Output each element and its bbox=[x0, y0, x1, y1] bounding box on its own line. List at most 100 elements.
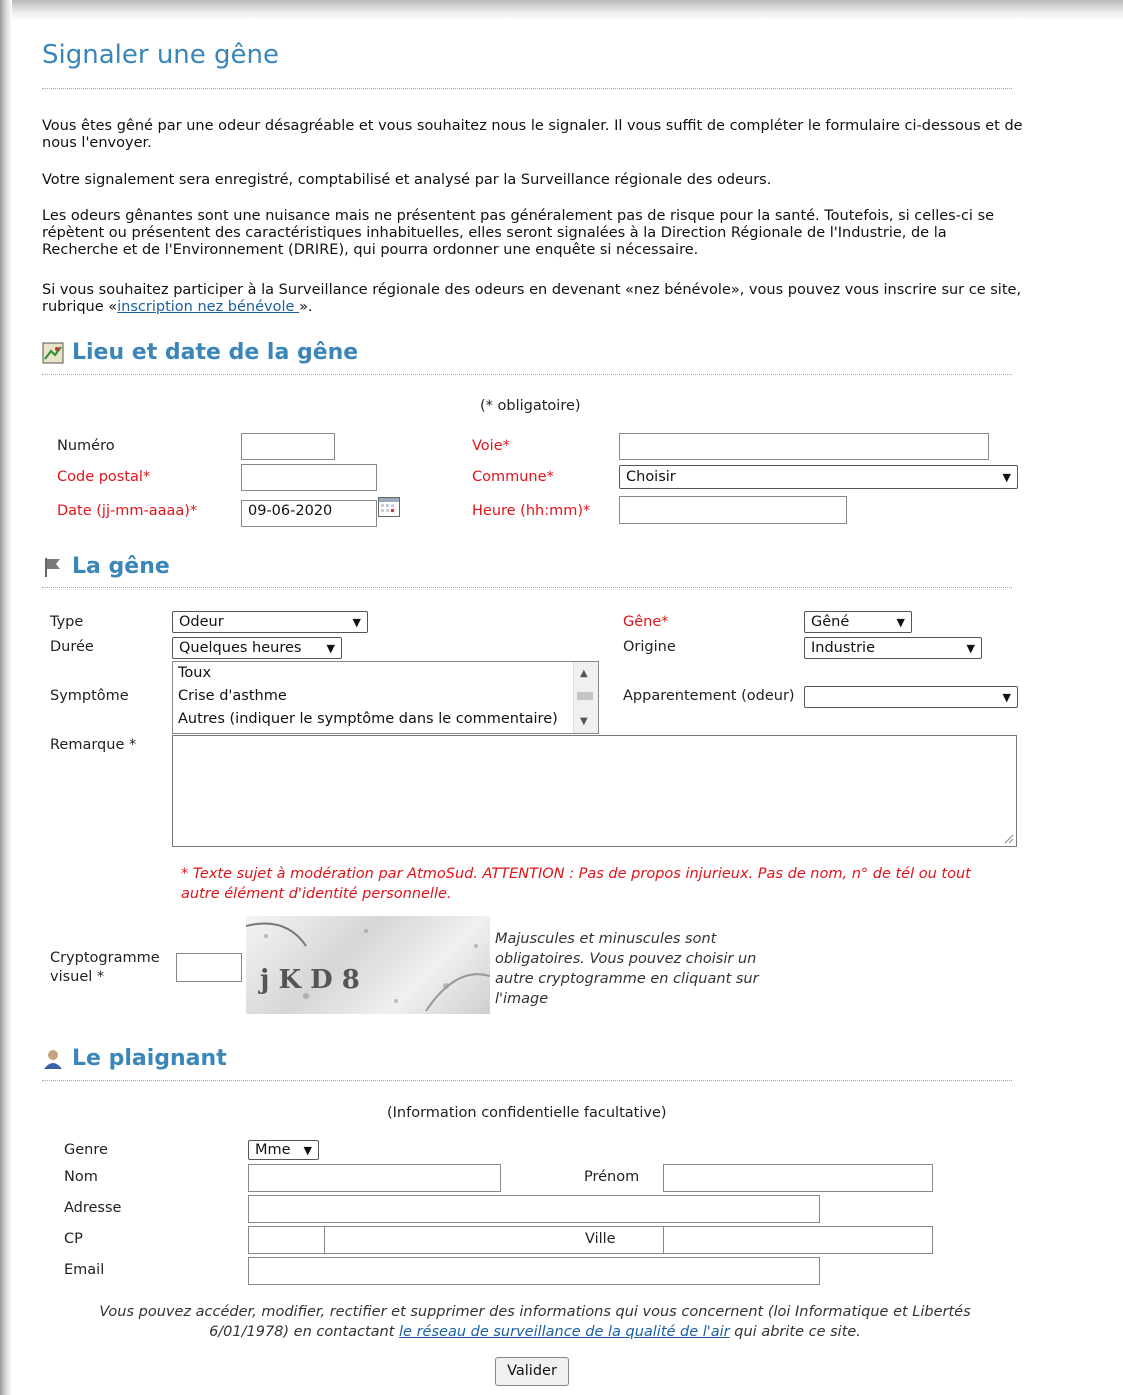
listbox-scrollbar[interactable]: ▲ ▼ bbox=[573, 662, 598, 733]
voie-label: Voie* bbox=[472, 438, 510, 454]
email-field[interactable] bbox=[248, 1257, 820, 1285]
intro-paragraph-3: Les odeurs gênantes sont une nuisance ma… bbox=[42, 208, 995, 258]
cp-field[interactable] bbox=[248, 1226, 325, 1254]
crypto-help: Majuscules et minuscules sont obligatoir… bbox=[495, 931, 759, 1007]
section-plaignant-heading: Le plaignant bbox=[42, 1046, 227, 1071]
required-note: (* obligatoire) bbox=[480, 398, 581, 414]
map-icon bbox=[42, 342, 64, 364]
code-postal-field[interactable] bbox=[241, 464, 377, 491]
captcha-noise: j K D 8 bbox=[246, 922, 490, 1012]
duree-value: Quelques heures bbox=[179, 640, 302, 656]
section-lieu-divider bbox=[42, 374, 1012, 375]
section-plaignant-divider bbox=[42, 1080, 1012, 1081]
duree-select[interactable]: Quelques heures ▼ bbox=[172, 637, 342, 659]
numero-field[interactable] bbox=[241, 433, 335, 460]
voie-field[interactable] bbox=[619, 433, 989, 460]
commune-label: Commune* bbox=[472, 469, 554, 485]
captcha-text: j K D 8 bbox=[258, 965, 360, 995]
nom-label: Nom bbox=[64, 1169, 98, 1185]
section-plaignant-title: Le plaignant bbox=[72, 1046, 227, 1071]
email-label: Email bbox=[64, 1262, 105, 1278]
intro-paragraph-4: Si vous souhaitez participer à la Survei… bbox=[42, 282, 1027, 316]
date-field[interactable]: 09-06-2020 bbox=[241, 500, 377, 527]
crypto-field[interactable] bbox=[176, 953, 242, 982]
genre-select[interactable]: Mme ▼ bbox=[248, 1140, 319, 1160]
numero-label: Numéro bbox=[57, 438, 115, 454]
origine-label: Origine bbox=[623, 639, 676, 655]
duree-label: Durée bbox=[50, 639, 94, 655]
intro-p4-end: ». bbox=[299, 299, 313, 315]
adresse-label: Adresse bbox=[64, 1200, 122, 1216]
page-title: Signaler une gêne bbox=[42, 40, 280, 70]
privacy-notice: Vous pouvez accéder, modifier, rectifier… bbox=[70, 1302, 1000, 1342]
moderation-warning: * Texte sujet à modération par AtmoSud. … bbox=[181, 866, 971, 902]
remarque-label: Remarque * bbox=[50, 737, 137, 753]
ville-field[interactable] bbox=[663, 1226, 933, 1254]
remarque-textarea[interactable] bbox=[172, 735, 1017, 847]
privacy-text-end: qui abrite ce site. bbox=[729, 1324, 861, 1340]
chevron-down-icon: ▼ bbox=[326, 641, 335, 655]
apparentement-label: Apparentement (odeur) bbox=[623, 688, 795, 704]
chevron-down-icon: ▼ bbox=[1002, 470, 1011, 484]
intro-paragraph-1: Vous êtes gêné par une odeur désagréable… bbox=[42, 118, 1023, 151]
flag-icon bbox=[42, 556, 64, 578]
origine-select[interactable]: Industrie ▼ bbox=[804, 637, 982, 659]
origine-value: Industrie bbox=[811, 640, 876, 656]
cp-label: CP bbox=[64, 1231, 83, 1247]
section-gene-title: La gêne bbox=[72, 554, 170, 579]
scroll-down-icon[interactable]: ▼ bbox=[580, 716, 588, 727]
type-value: Odeur bbox=[179, 614, 224, 630]
section-gene-divider bbox=[42, 587, 1012, 588]
chevron-down-icon: ▼ bbox=[966, 641, 975, 655]
heure-field[interactable] bbox=[619, 496, 847, 524]
section-gene-heading: La gêne bbox=[42, 554, 170, 579]
scroll-up-icon[interactable]: ▲ bbox=[580, 668, 588, 679]
window-shadow-top bbox=[0, 0, 1123, 20]
symptome-option[interactable]: Autres (indiquer le symptôme dans le com… bbox=[173, 708, 598, 731]
symptome-listbox[interactable]: Toux Crise d'asthme Autres (indiquer le … bbox=[172, 661, 599, 734]
person-icon bbox=[42, 1048, 64, 1070]
scroll-thumb[interactable] bbox=[577, 692, 593, 700]
gene-label: Gêne* bbox=[623, 614, 669, 630]
confidential-note: (Information confidentielle facultative) bbox=[387, 1105, 667, 1121]
adresse-field[interactable] bbox=[248, 1195, 820, 1223]
genre-label: Genre bbox=[64, 1142, 108, 1158]
gene-select[interactable]: Gêné ▼ bbox=[804, 611, 912, 633]
chevron-down-icon: ▼ bbox=[1002, 690, 1011, 704]
chevron-down-icon: ▼ bbox=[352, 615, 361, 629]
date-label: Date (jj-mm-aaaa)* bbox=[57, 503, 198, 519]
symptome-label: Symptôme bbox=[50, 688, 129, 704]
cp-spacer bbox=[325, 1226, 675, 1254]
window-shadow-left bbox=[0, 0, 12, 1395]
network-link[interactable]: le réseau de surveillance de la qualité … bbox=[399, 1324, 730, 1340]
inscription-link[interactable]: inscription nez bénévole bbox=[117, 299, 299, 315]
apparentement-select[interactable]: ▼ bbox=[804, 686, 1018, 708]
type-select[interactable]: Odeur ▼ bbox=[172, 611, 368, 633]
crypto-label: Cryptogramme visuel * bbox=[50, 949, 160, 987]
title-divider bbox=[42, 88, 1012, 89]
code-postal-label: Code postal* bbox=[57, 469, 151, 485]
submit-button[interactable]: Valider bbox=[495, 1357, 569, 1386]
symptome-option[interactable]: Crise d'asthme bbox=[173, 685, 598, 708]
section-lieu-title: Lieu et date de la gêne bbox=[72, 340, 359, 365]
crypto-label-line-2: visuel * bbox=[50, 969, 105, 985]
commune-select[interactable]: Choisir ▼ bbox=[619, 465, 1018, 489]
calendar-icon[interactable] bbox=[378, 497, 400, 517]
crypto-label-line-1: Cryptogramme bbox=[50, 950, 160, 966]
genre-value: Mme bbox=[255, 1142, 291, 1158]
chevron-down-icon: ▼ bbox=[303, 1143, 312, 1157]
gene-value: Gêné bbox=[811, 614, 850, 630]
type-label: Type bbox=[50, 614, 84, 630]
nom-field[interactable] bbox=[248, 1164, 501, 1192]
ville-label: Ville bbox=[585, 1231, 616, 1247]
resize-handle-icon[interactable] bbox=[1002, 832, 1014, 844]
commune-value: Choisir bbox=[626, 469, 676, 485]
symptome-option[interactable]: Toux bbox=[173, 662, 598, 685]
section-lieu-heading: Lieu et date de la gêne bbox=[42, 340, 358, 365]
captcha-image[interactable]: j K D 8 bbox=[246, 916, 490, 1014]
prenom-label: Prénom bbox=[584, 1169, 640, 1185]
heure-label: Heure (hh:mm)* bbox=[472, 503, 591, 519]
chevron-down-icon: ▼ bbox=[896, 615, 905, 629]
prenom-field[interactable] bbox=[663, 1164, 933, 1192]
intro-paragraph-2: Votre signalement sera enregistré, compt… bbox=[42, 172, 772, 188]
